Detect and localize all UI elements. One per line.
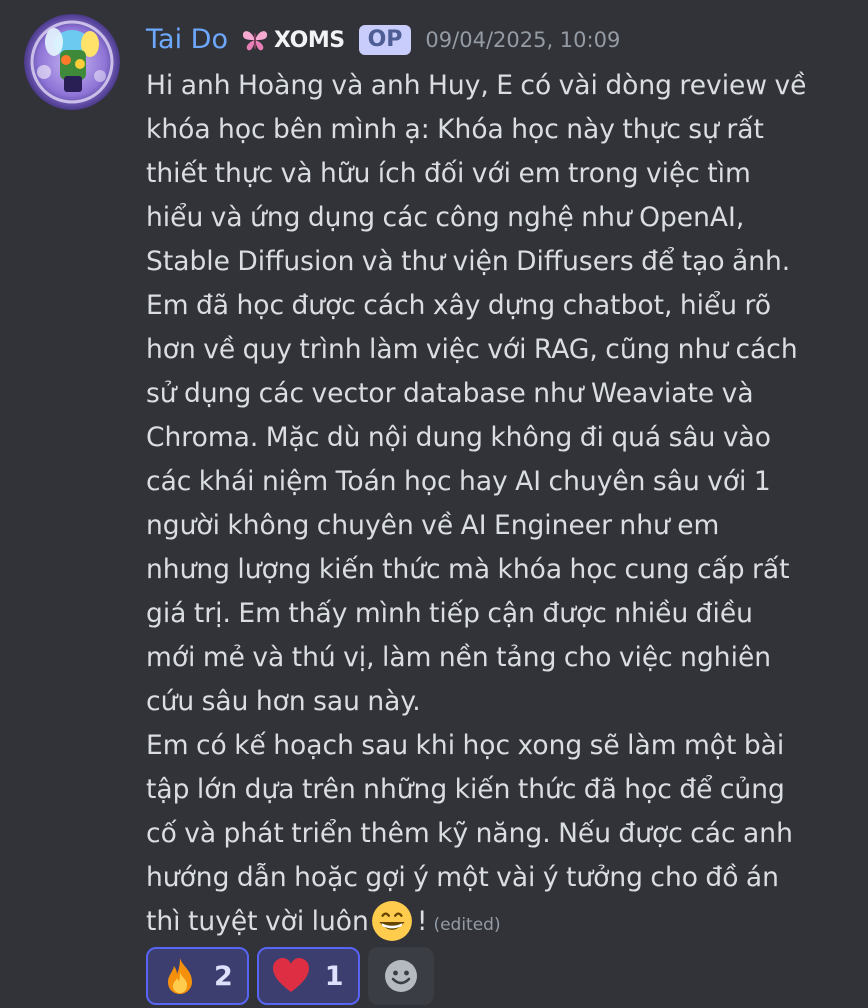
butterfly-icon	[242, 31, 268, 51]
message-line: Em có kế hoạch sau khi học xong sẽ làm m…	[146, 730, 785, 761]
clan-tag-label: XOMS	[273, 27, 345, 53]
add-reaction-button[interactable]	[367, 947, 434, 1005]
timestamp[interactable]: 09/04/2025, 10:09	[425, 28, 620, 52]
message-line: giá trị. Em thấy mình tiếp cận được nhiề…	[146, 598, 753, 629]
message-line: Em đã học được cách xây dựng chatbot, hi…	[146, 290, 772, 321]
avatar[interactable]	[24, 14, 120, 110]
message-line: khóa học bên mình ạ: Khóa học này thực s…	[146, 114, 764, 145]
username[interactable]: Tai Do	[146, 20, 228, 60]
reactions-bar: 2 1	[146, 947, 434, 1005]
message-line: cứu sâu hơn sau này.	[146, 686, 421, 717]
message-line: thiết thực và hữu ích đối với em trong v…	[146, 158, 751, 189]
reaction-count: 1	[324, 960, 344, 992]
message-line: người không chuyên về AI Engineer như em	[146, 510, 720, 541]
message-line: hơn về quy trình làm việc với RAG, cũng …	[146, 334, 798, 365]
message-last-line: thì tuyệt vời luôn ! (edited)	[146, 900, 836, 947]
op-badge: OP	[358, 25, 412, 55]
red-heart-emoji	[272, 958, 309, 992]
message-line: Hi anh Hoàng và anh Huy, E có vài dòng r…	[146, 70, 807, 101]
grinning-face-emoji[interactable]	[371, 900, 413, 942]
message-body: Hi anh Hoàng và anh Huy, E có vài dòng r…	[146, 64, 836, 947]
message-line: hướng dẫn hoặc gợi ý một vài ý tưởng cho…	[146, 862, 779, 893]
reaction-fire[interactable]: 2	[146, 947, 249, 1005]
clan-tag[interactable]: XOMS	[240, 27, 345, 53]
fire-emoji	[168, 958, 192, 994]
message-line: Chroma. Mặc dù nội dung không đi quá sâu…	[146, 422, 771, 453]
chat-message: Tai Do XOMS OP 09/04/2025, 10:09 Hi anh …	[0, 0, 868, 1008]
message-line: cố và phát triển thêm kỹ năng. Nếu được …	[146, 818, 793, 849]
message-line-suffix: !	[416, 906, 428, 937]
add-reaction-smiley-icon	[384, 960, 417, 992]
message-line: sử dụng các vector database như Weaviate…	[146, 378, 754, 409]
message-line: mới mẻ và thú vị, làm nền tảng cho việc …	[146, 642, 772, 673]
reaction-heart[interactable]: 1	[256, 947, 360, 1005]
message-line: nhưng lượng kiến thức mà khóa học cung c…	[146, 554, 790, 585]
message-header: Tai Do XOMS OP 09/04/2025, 10:09	[146, 20, 620, 60]
reaction-count: 2	[214, 960, 233, 992]
message-line: hiểu và ứng dụng các công nghệ như OpenA…	[146, 202, 745, 233]
edited-label: (edited)	[433, 915, 501, 935]
message-line: Stable Diffusion và thư viện Diffusers đ…	[146, 246, 791, 277]
message-line: các khái niệm Toán học hay AI chuyên sâu…	[146, 466, 771, 497]
avatar-image	[24, 14, 120, 110]
message-line-text: thì tuyệt vời luôn	[146, 906, 369, 937]
message-line: tập lớn dựa trên những kiến thức đã học …	[146, 774, 785, 805]
